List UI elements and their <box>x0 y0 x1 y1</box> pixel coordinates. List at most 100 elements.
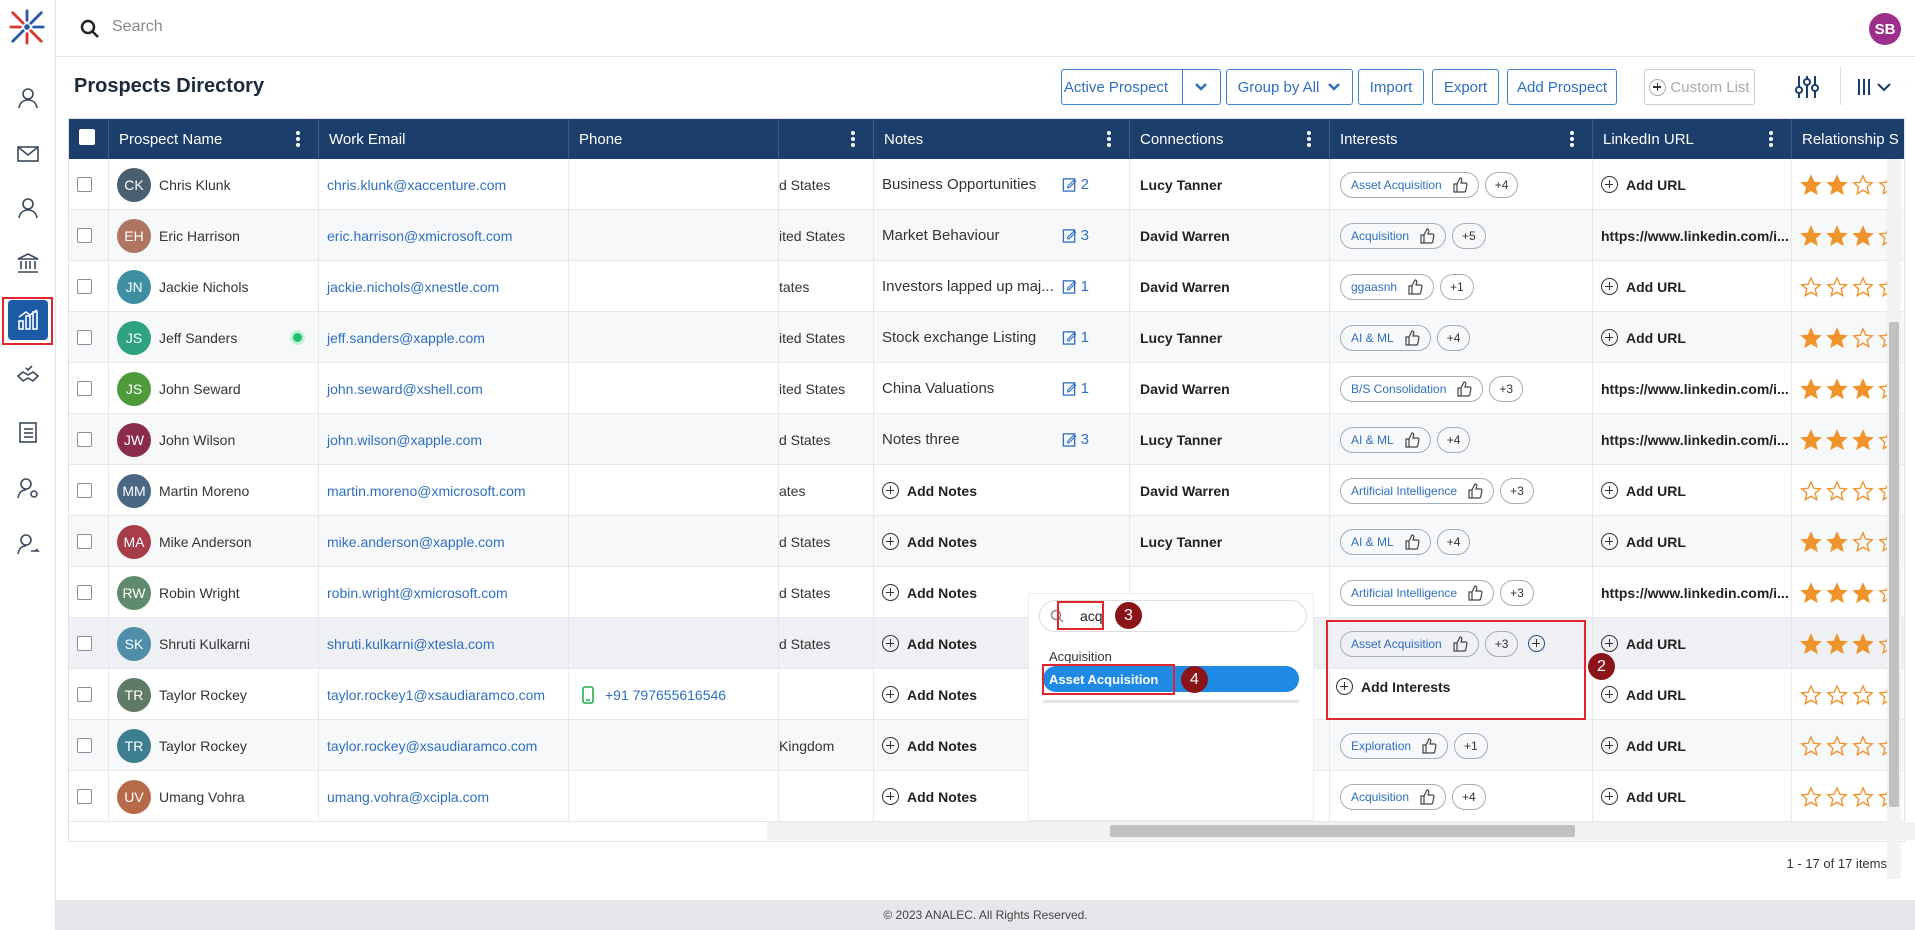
connection-name[interactable]: David Warren <box>1140 228 1230 244</box>
interest-more-count[interactable]: +4 <box>1436 426 1471 453</box>
table-row[interactable]: TR Taylor Rockey taylor.rockey@xsaudiaramc… <box>69 720 1904 771</box>
star-icon[interactable] <box>1800 173 1822 196</box>
work-email-link[interactable]: jeff.sanders@xapple.com <box>327 330 485 346</box>
star-icon[interactable] <box>1826 785 1848 808</box>
interest-more-count[interactable]: +5 <box>1452 222 1486 249</box>
edit-note-icon[interactable] <box>1062 432 1077 447</box>
kebab-icon[interactable] <box>1769 131 1773 147</box>
star-icon[interactable] <box>1852 224 1874 247</box>
row-checkbox[interactable] <box>77 330 92 345</box>
note-count[interactable]: 3 <box>1062 431 1089 448</box>
thumbs-up-icon[interactable] <box>1421 737 1437 754</box>
star-icon[interactable] <box>1826 326 1848 349</box>
add-url-button[interactable]: Add URL <box>1601 686 1686 703</box>
interest-pill[interactable]: Acquisition <box>1340 783 1447 810</box>
prospect-name[interactable]: John Wilson <box>159 432 235 448</box>
star-icon[interactable] <box>1800 581 1822 604</box>
note-count[interactable]: 2 <box>1062 176 1089 193</box>
star-icon[interactable] <box>1800 377 1822 400</box>
row-checkbox[interactable] <box>77 381 92 396</box>
import-button[interactable]: Import <box>1358 69 1424 105</box>
nav-tasks-icon[interactable] <box>8 412 48 452</box>
star-icon[interactable] <box>1800 479 1822 502</box>
star-icon[interactable] <box>1852 632 1874 655</box>
export-button[interactable]: Export <box>1432 69 1499 105</box>
star-icon[interactable] <box>1852 377 1874 400</box>
nav-contacts-icon[interactable] <box>8 78 48 118</box>
add-url-button[interactable]: Add URL <box>1601 635 1686 652</box>
add-notes-button[interactable]: Add Notes <box>882 737 977 754</box>
work-email-link[interactable]: john.wilson@xapple.com <box>327 432 482 448</box>
star-icon[interactable] <box>1800 785 1822 808</box>
star-icon[interactable] <box>1800 734 1822 757</box>
connection-name[interactable]: Lucy Tanner <box>1140 534 1222 550</box>
add-url-button[interactable]: Add URL <box>1601 737 1686 754</box>
work-email-link[interactable]: taylor.rockey@xsaudiaramco.com <box>327 738 537 754</box>
table-row[interactable]: MA Mike Anderson mike.anderson@xapple.com d… <box>69 516 1904 567</box>
add-url-button[interactable]: Add URL <box>1601 533 1686 550</box>
table-row[interactable]: JN Jackie Nichols jackie.nichols@xnestle.c… <box>69 261 1904 312</box>
analec-logo[interactable] <box>8 8 46 46</box>
interest-more-count[interactable]: +3 <box>1500 477 1534 504</box>
prospect-name[interactable]: John Seward <box>159 381 241 397</box>
star-icon[interactable] <box>1800 224 1822 247</box>
edit-note-icon[interactable] <box>1062 330 1077 345</box>
row-checkbox[interactable] <box>77 534 92 549</box>
row-checkbox[interactable] <box>77 789 92 804</box>
active-prospect-dropdown[interactable]: Active Prospect <box>1061 69 1221 105</box>
table-row[interactable]: JW John Wilson john.wilson@xapple.com d Sta… <box>69 414 1904 465</box>
edit-note-icon[interactable] <box>1062 279 1077 294</box>
col-relationship[interactable]: Relationship S <box>1792 119 1904 159</box>
row-checkbox[interactable] <box>77 177 92 192</box>
prospect-name[interactable]: Mike Anderson <box>159 534 252 550</box>
star-icon[interactable] <box>1852 530 1874 553</box>
row-checkbox[interactable] <box>77 279 92 294</box>
connection-name[interactable]: David Warren <box>1140 483 1230 499</box>
interest-pill[interactable]: Acquisition <box>1340 222 1447 249</box>
edit-note-icon[interactable] <box>1062 228 1077 243</box>
kebab-icon[interactable] <box>1570 131 1574 147</box>
add-url-button[interactable]: Add URL <box>1601 482 1686 499</box>
interest-more-count[interactable]: +4 <box>1436 324 1471 351</box>
connection-name[interactable]: David Warren <box>1140 279 1230 295</box>
star-icon[interactable] <box>1852 326 1874 349</box>
thumbs-up-icon[interactable] <box>1404 329 1420 346</box>
add-notes-button[interactable]: Add Notes <box>882 584 977 601</box>
row-checkbox[interactable] <box>77 483 92 498</box>
interest-more-count[interactable]: +4 <box>1484 171 1519 198</box>
star-icon[interactable] <box>1826 683 1848 706</box>
star-icon[interactable] <box>1826 734 1848 757</box>
star-icon[interactable] <box>1852 734 1874 757</box>
add-notes-button[interactable]: Add Notes <box>882 686 977 703</box>
nav-user-transfer-icon[interactable] <box>8 524 48 564</box>
prospect-name[interactable]: Taylor Rockey <box>159 738 247 754</box>
note-count[interactable]: 1 <box>1062 329 1089 346</box>
row-checkbox[interactable] <box>77 228 92 243</box>
edit-note-icon[interactable] <box>1062 381 1077 396</box>
star-icon[interactable] <box>1800 683 1822 706</box>
note-count[interactable]: 1 <box>1062 278 1089 295</box>
note-count[interactable]: 1 <box>1062 380 1089 397</box>
thumbs-up-icon[interactable] <box>1419 788 1435 805</box>
star-icon[interactable] <box>1826 275 1848 298</box>
thumbs-up-icon[interactable] <box>1456 380 1472 397</box>
star-icon[interactable] <box>1852 428 1874 451</box>
table-row[interactable]: SK Shruti Kulkarni shruti.kulkarni@xtesla.… <box>69 618 1904 669</box>
star-icon[interactable] <box>1852 683 1874 706</box>
add-notes-button[interactable]: Add Notes <box>882 788 977 805</box>
work-email-link[interactable]: shruti.kulkarni@xtesla.com <box>327 636 495 652</box>
interest-more-count[interactable]: +1 <box>1454 732 1488 759</box>
star-icon[interactable] <box>1826 428 1848 451</box>
table-row[interactable]: MM Martin Moreno martin.moreno@xmicrosoft.… <box>69 465 1904 516</box>
thumbs-up-icon[interactable] <box>1452 176 1468 193</box>
note-count[interactable]: 3 <box>1062 227 1089 244</box>
filter-sliders-icon[interactable] <box>1793 73 1821 101</box>
work-email-link[interactable]: umang.vohra@xcipla.com <box>327 789 489 805</box>
interest-more-count[interactable]: +1 <box>1440 273 1474 300</box>
columns-icon[interactable] <box>1856 77 1896 97</box>
star-icon[interactable] <box>1800 428 1822 451</box>
kebab-icon[interactable] <box>296 131 300 147</box>
row-checkbox[interactable] <box>77 432 92 447</box>
work-email-link[interactable]: chris.klunk@xaccenture.com <box>327 177 506 193</box>
work-email-link[interactable]: eric.harrison@xmicrosoft.com <box>327 228 512 244</box>
